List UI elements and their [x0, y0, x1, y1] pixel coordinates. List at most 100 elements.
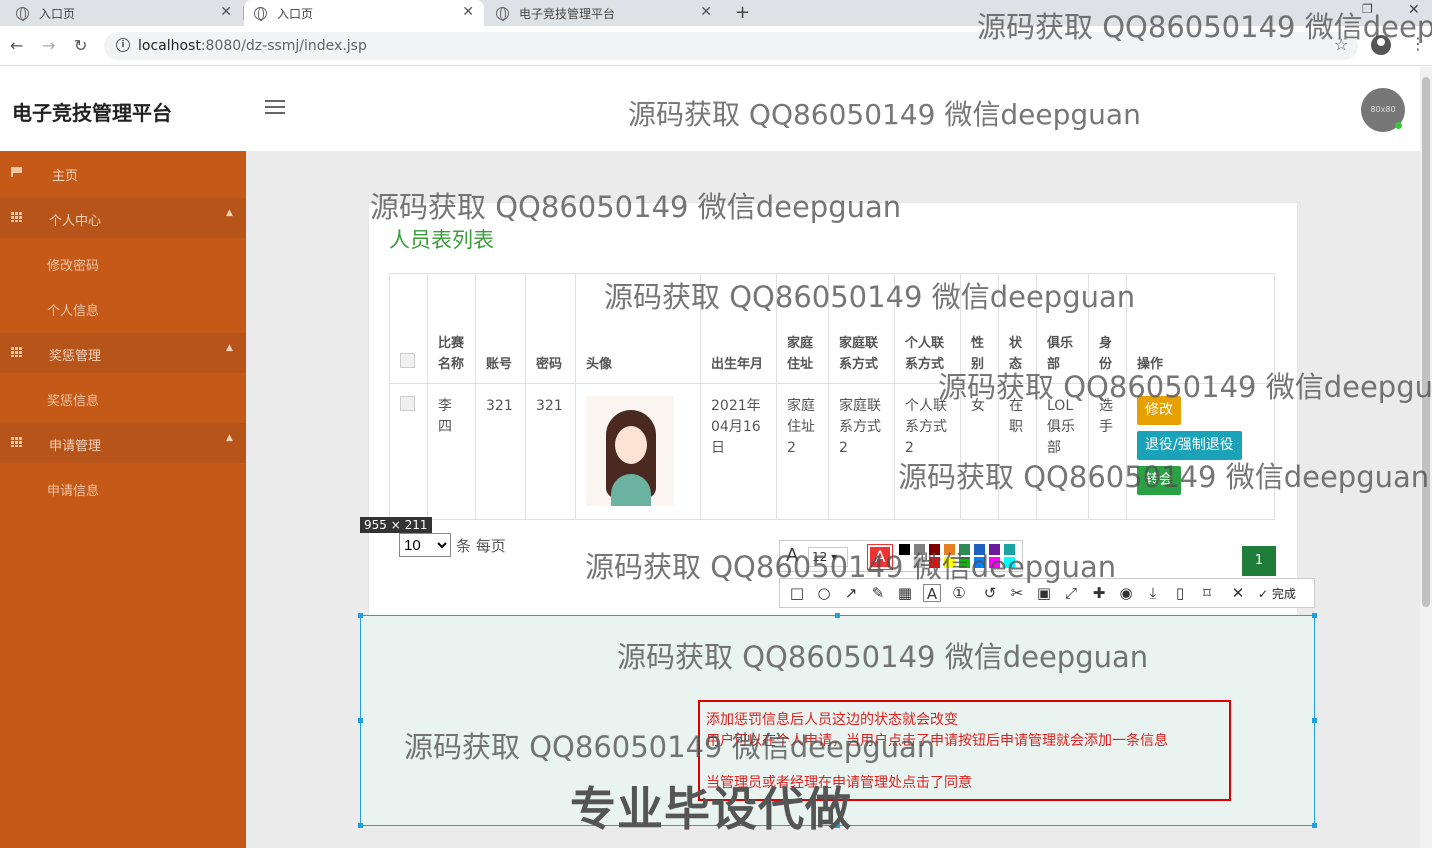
forward-icon[interactable]: → [42, 36, 55, 55]
caret-up-icon: ▲ [226, 208, 233, 218]
sidebar-item-personal-info[interactable]: 个人信息 [0, 288, 246, 328]
cell-club: LOL俱乐部 [1036, 383, 1089, 520]
pencil-icon[interactable]: ✎ [869, 584, 887, 602]
arrow-icon[interactable]: ↗ [842, 584, 860, 602]
resize-handle[interactable] [358, 823, 363, 828]
page-scrollbar[interactable] [1420, 67, 1432, 848]
col-header: 密码 [525, 273, 576, 384]
row-checkbox[interactable] [400, 396, 415, 411]
sidebar-item-application-info[interactable]: 申请信息 [0, 468, 246, 508]
color-swatch[interactable] [929, 544, 940, 555]
color-swatch[interactable] [1004, 557, 1015, 568]
col-header: 头像 [575, 273, 701, 384]
screenshot-toolbar: □ ○ ↗ ✎ ▦ A ① ↺ ✂ ▣ ⤢ ✚ ◉ ⤓ ▯ ⌑ ✕ ✓ 完成 [779, 578, 1315, 608]
sidebar-item-label: 修改密码 [47, 259, 100, 274]
sidebar-item-change-password[interactable]: 修改密码 [0, 243, 246, 283]
color-swatch[interactable] [1004, 544, 1015, 555]
sidebar-group-personal[interactable]: 个人中心 ▲ [0, 198, 246, 238]
color-swatch[interactable] [914, 557, 925, 568]
ad-text: 专业毕设代做 [570, 782, 852, 836]
globe-icon [254, 6, 267, 21]
pin-icon[interactable]: ✚ [1090, 584, 1108, 602]
globe-icon [16, 6, 29, 21]
record-icon[interactable]: ◉ [1117, 584, 1135, 602]
text-icon[interactable]: A [923, 584, 941, 603]
reload-icon[interactable]: ↻ [74, 36, 87, 55]
resize-handle[interactable] [358, 613, 363, 618]
color-swatch[interactable] [944, 557, 955, 568]
url-field[interactable]: i localhost:8080/dz-ssmj/index.jsp [104, 32, 1358, 60]
color-swatch[interactable] [959, 544, 970, 555]
color-swatch[interactable] [929, 557, 940, 568]
page-size-select[interactable]: 10 [399, 533, 451, 557]
scissors-icon[interactable]: ✂ [1008, 584, 1026, 602]
download-icon[interactable]: ⤓ [1144, 584, 1162, 602]
cancel-icon[interactable]: ✕ [1229, 584, 1247, 602]
transfer-button[interactable]: 转会 [1137, 466, 1181, 495]
menu-kebab-icon[interactable]: ⋮ [1410, 34, 1426, 53]
people-table: 比赛名称 账号 密码 头像 出生年月 家庭住址 家庭联系方式 个人联系方式 性别… [389, 273, 1275, 520]
resize-handle[interactable] [358, 718, 363, 723]
color-swatch[interactable] [899, 544, 910, 555]
resize-handle[interactable] [1312, 718, 1317, 723]
sidebar-item-home[interactable]: 主页 [0, 153, 246, 193]
retire-button[interactable]: 退役/强制退役 [1137, 431, 1242, 460]
grid-icon [11, 347, 23, 357]
browser-tab-2[interactable]: 入口页 ✕ [244, 0, 484, 26]
ocr-icon[interactable]: ▣ [1035, 584, 1053, 602]
ellipse-icon[interactable]: ○ [815, 584, 833, 602]
caret-up-icon: ▲ [226, 343, 233, 353]
select-all-checkbox[interactable] [400, 353, 415, 368]
back-icon[interactable]: ← [10, 36, 23, 55]
undo-icon[interactable]: ↺ [981, 584, 999, 602]
color-swatch[interactable] [974, 544, 985, 555]
sidebar-group-applications[interactable]: 申请管理 ▲ [0, 423, 246, 463]
edit-button[interactable]: 修改 [1137, 396, 1181, 425]
resize-handle[interactable] [1312, 823, 1317, 828]
current-color-swatch[interactable]: A [867, 544, 893, 570]
color-swatch[interactable] [959, 557, 970, 568]
cell-personal-contact: 个人联系方式2 [894, 383, 961, 520]
color-swatch[interactable] [944, 544, 955, 555]
color-swatch[interactable] [989, 544, 1000, 555]
sidebar-group-rewards[interactable]: 奖惩管理 ▲ [0, 333, 246, 373]
info-icon[interactable]: i [116, 38, 130, 52]
cell-role: 选手 [1088, 383, 1127, 520]
tab-close-icon[interactable]: ✕ [700, 4, 712, 20]
color-swatch[interactable] [914, 544, 925, 555]
done-button[interactable]: ✓ 完成 [1258, 585, 1296, 602]
sidebar-item-reward-info[interactable]: 奖惩信息 [0, 378, 246, 418]
bookmark-icon[interactable]: ⌑ [1198, 584, 1216, 602]
font-icon[interactable]: A [786, 545, 798, 566]
cell-birth: 2021年04月16日 [700, 383, 777, 520]
flag-icon [11, 167, 23, 177]
hamburger-menu-icon[interactable] [265, 100, 285, 116]
copy-icon[interactable]: ▯ [1171, 584, 1189, 602]
browser-tab-3[interactable]: 电子竞技管理平台 ✕ [486, 0, 722, 26]
grid-icon [11, 212, 23, 222]
mosaic-icon[interactable]: ▦ [896, 584, 914, 602]
browser-tab-1[interactable]: 入口页 ✕ [6, 0, 242, 26]
page-number-button[interactable]: 1 [1242, 546, 1276, 576]
window-close-icon[interactable]: ✕ [1408, 2, 1420, 18]
new-tab-icon[interactable]: + [735, 2, 750, 23]
profile-icon[interactable] [1371, 35, 1391, 55]
bookmark-star-icon[interactable]: ☆ [1334, 35, 1348, 54]
color-swatch[interactable] [989, 557, 1000, 568]
tab-close-icon[interactable]: ✕ [462, 4, 474, 20]
tab-close-icon[interactable]: ✕ [220, 4, 232, 20]
resize-handle[interactable] [1312, 613, 1317, 618]
table-row: 李四 321 321 2021年04月16日 家庭住址2 家庭联系方式2 个人联… [389, 383, 1275, 520]
color-swatch[interactable] [974, 557, 985, 568]
color-swatch[interactable] [899, 557, 910, 568]
font-size-select[interactable]: 12 ▾ [808, 547, 848, 567]
resize-handle[interactable] [835, 613, 840, 618]
col-header: 个人联系方式 [894, 273, 961, 384]
scroll-thumb[interactable] [1422, 77, 1430, 607]
col-header: 账号 [475, 273, 526, 384]
restore-icon[interactable]: ❐ [1362, 2, 1373, 16]
rectangle-icon[interactable]: □ [788, 584, 806, 602]
long-screenshot-icon[interactable]: ⤢ [1062, 584, 1080, 602]
number-marker-icon[interactable]: ① [950, 584, 968, 602]
sidebar-item-label: 奖惩信息 [47, 394, 100, 409]
